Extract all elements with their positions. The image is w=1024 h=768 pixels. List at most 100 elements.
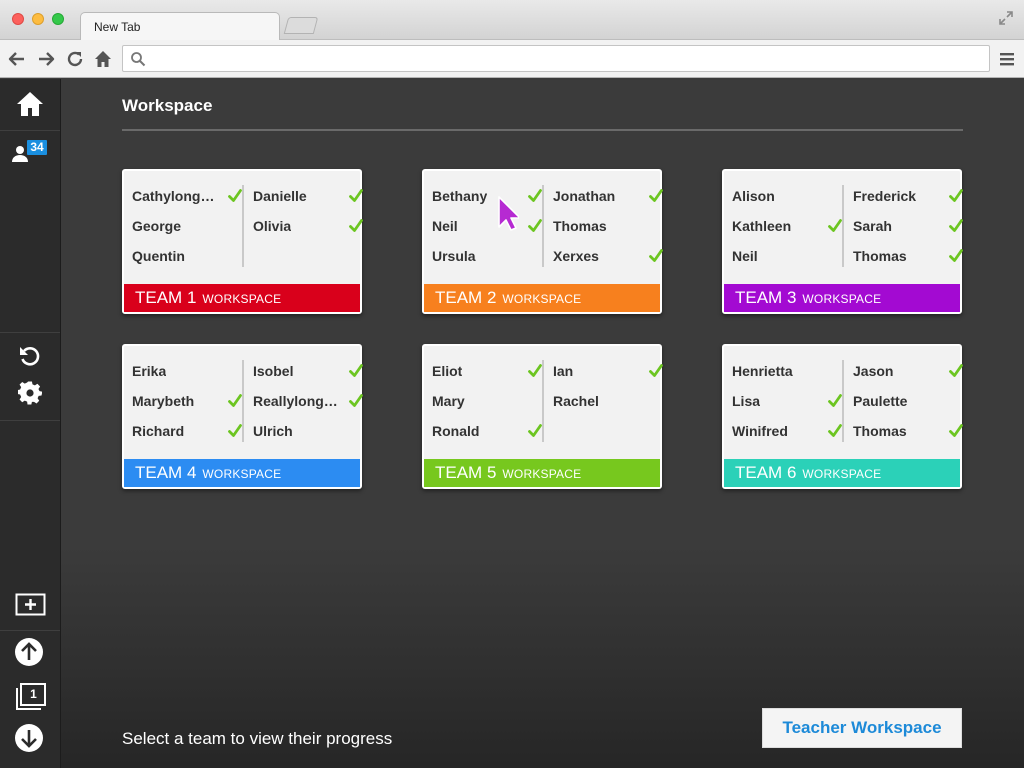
browser-title-bar: New Tab	[0, 0, 1024, 41]
team-card[interactable]: Eliot Mary Ronald Ian Rachel TEAM 5 WORKSPACE	[422, 344, 663, 489]
team-name: TEAM 6	[735, 463, 797, 482]
team-member: George	[132, 211, 242, 241]
browser-tab[interactable]: New Tab	[80, 12, 280, 41]
team-member: Ursula	[432, 241, 542, 271]
fullscreen-icon[interactable]	[998, 10, 1014, 26]
check-icon	[949, 424, 963, 437]
team-member: Olivia	[253, 211, 363, 241]
close-window-button[interactable]	[12, 13, 24, 25]
hamburger-menu-icon[interactable]	[999, 51, 1015, 67]
member-name: Alison	[732, 188, 775, 204]
minimize-window-button[interactable]	[32, 13, 44, 25]
team-member: Neil	[732, 241, 842, 271]
check-icon	[828, 219, 842, 232]
team-member: Isobel	[253, 356, 363, 386]
add-page-icon[interactable]	[15, 593, 46, 616]
member-name: Xerxes	[553, 248, 599, 264]
team-member: Reallylong…	[253, 386, 363, 416]
team-label-bar: TEAM 3 WORKSPACE	[724, 284, 960, 312]
check-icon	[228, 394, 242, 407]
team-member: Ronald	[432, 416, 542, 446]
gear-icon[interactable]	[18, 381, 42, 405]
team-member: Richard	[132, 416, 242, 446]
team-name: TEAM 5	[435, 463, 497, 482]
member-name: Mary	[432, 393, 465, 409]
team-card[interactable]: Erika Marybeth Richard Isobel Reallylong… Ulr…	[122, 344, 363, 489]
member-name: Henrietta	[732, 363, 793, 379]
teacher-workspace-button[interactable]: Teacher Workspace	[762, 708, 962, 748]
member-name: Kathleen	[732, 218, 792, 234]
column-divider	[842, 185, 844, 267]
column-divider	[842, 360, 844, 442]
new-tab-button[interactable]	[283, 17, 319, 34]
check-icon	[649, 364, 663, 377]
team-label-bar: TEAM 1 WORKSPACE	[124, 284, 360, 312]
team-member-column: Jason Paulette Thomas	[853, 356, 963, 446]
member-name: Eliot	[432, 363, 463, 379]
member-name: Lisa	[732, 393, 761, 409]
team-member-column: Danielle Olivia	[253, 181, 363, 241]
team-member-column: Ian Rachel	[553, 356, 663, 416]
team-member-column: Cathylong… George Quentin	[132, 181, 242, 271]
team-member: Xerxes	[553, 241, 663, 271]
check-icon	[828, 394, 842, 407]
undo-icon[interactable]	[19, 345, 41, 367]
team-member: Jason	[853, 356, 963, 386]
check-icon	[949, 364, 963, 377]
column-divider	[242, 360, 244, 442]
team-member: Henrietta	[732, 356, 842, 386]
team-workspace-label: WORKSPACE	[802, 292, 882, 306]
team-member: Thomas	[853, 416, 963, 446]
check-icon	[949, 249, 963, 262]
member-name: Isobel	[253, 363, 294, 379]
team-member-column: Jonathan Thomas Xerxes	[553, 181, 663, 271]
team-member: Paulette	[853, 386, 963, 416]
team-card[interactable]: Bethany Neil Ursula Jonathan Thomas Xerxes TEA…	[422, 169, 663, 314]
member-name: Frederick	[853, 188, 917, 204]
home-icon[interactable]	[94, 50, 112, 68]
team-card[interactable]: Cathylong… George Quentin Danielle Olivia TEA…	[122, 169, 363, 314]
back-icon[interactable]	[8, 50, 26, 68]
member-name: Cathylong…	[132, 188, 215, 204]
reload-icon[interactable]	[66, 50, 84, 68]
address-bar[interactable]	[122, 45, 990, 72]
check-icon	[649, 249, 663, 262]
member-name: Jonathan	[553, 188, 616, 204]
check-icon	[228, 189, 242, 202]
check-icon	[349, 364, 363, 377]
team-name: TEAM 3	[735, 288, 797, 307]
team-member: Rachel	[553, 386, 663, 416]
team-workspace-label: WORKSPACE	[202, 467, 282, 481]
check-icon	[828, 424, 842, 437]
team-member: Lisa	[732, 386, 842, 416]
team-member: Thomas	[553, 211, 663, 241]
home-icon[interactable]	[16, 91, 44, 117]
team-member: Thomas	[853, 241, 963, 271]
team-label-bar: TEAM 2 WORKSPACE	[424, 284, 660, 312]
column-divider	[542, 360, 544, 442]
member-name: Olivia	[253, 218, 292, 234]
check-icon	[949, 189, 963, 202]
team-card[interactable]: Henrietta Lisa Winifred Jason Paulette Thomas…	[722, 344, 963, 489]
forward-icon[interactable]	[37, 50, 55, 68]
arrow-up-icon[interactable]	[14, 637, 44, 667]
team-member: Danielle	[253, 181, 363, 211]
search-icon	[131, 52, 146, 67]
team-member-column: Erika Marybeth Richard	[132, 356, 242, 446]
team-name: TEAM 2	[435, 288, 497, 307]
member-name: Danielle	[253, 188, 307, 204]
team-workspace-label: WORKSPACE	[502, 292, 582, 306]
team-card[interactable]: Alison Kathleen Neil Frederick Sarah Thomas TE…	[722, 169, 963, 314]
arrow-down-icon[interactable]	[14, 723, 44, 753]
page-number: 1	[30, 687, 37, 701]
team-member: Winifred	[732, 416, 842, 446]
title-divider	[122, 129, 963, 131]
member-name: Paulette	[853, 393, 908, 409]
team-member: Eliot	[432, 356, 542, 386]
team-member: Bethany	[432, 181, 542, 211]
zoom-window-button[interactable]	[52, 13, 64, 25]
team-member: Kathleen	[732, 211, 842, 241]
page-title: Workspace	[122, 96, 213, 115]
team-member-column: Bethany Neil Ursula	[432, 181, 542, 271]
browser-toolbar	[0, 40, 1024, 78]
